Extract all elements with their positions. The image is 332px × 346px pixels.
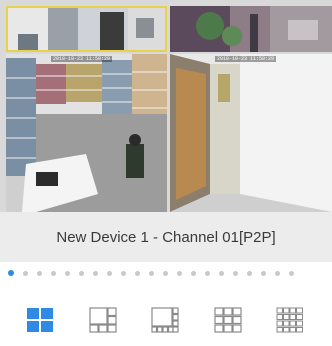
page-dot[interactable] (135, 270, 140, 276)
page-dot[interactable] (177, 270, 182, 276)
camera-tile-2[interactable] (170, 6, 332, 52)
sixteen-split-layout-icon (276, 307, 303, 333)
camera-grid: 2018-10-23 11:50:29 2018-10-23 11:50:29 (0, 0, 332, 212)
page-dot[interactable] (191, 270, 196, 276)
page-dot[interactable] (51, 270, 56, 276)
camera-tile-4[interactable]: 2018-10-23 11:50:29 (170, 54, 332, 212)
page-dot[interactable] (65, 270, 70, 276)
page-dot-active[interactable] (8, 270, 14, 276)
page-dot[interactable] (37, 270, 42, 276)
page-dot[interactable] (121, 270, 126, 276)
page-dot[interactable] (163, 270, 168, 276)
channel-label: New Device 1 - Channel 01[P2P] (56, 228, 276, 246)
nine-split-layout-icon (214, 307, 242, 333)
page-dot[interactable] (93, 270, 98, 276)
page-dot[interactable] (247, 270, 252, 276)
camera-tile-1[interactable] (6, 6, 167, 52)
camera-tile-3[interactable]: 2018-10-23 11:50:29 (6, 54, 167, 212)
page-dot[interactable] (79, 270, 84, 276)
layout-16-button[interactable] (275, 306, 305, 334)
layout-6-button[interactable] (88, 306, 118, 334)
page-dot[interactable] (275, 270, 280, 276)
page-dot[interactable] (149, 270, 154, 276)
page-dot[interactable] (205, 270, 210, 276)
layout-selector (0, 300, 332, 340)
four-split-layout-icon (27, 308, 53, 332)
layout-4-button[interactable] (25, 306, 55, 334)
eight-split-layout-icon (151, 307, 179, 333)
page-dot[interactable] (289, 270, 294, 276)
page-indicator[interactable] (8, 268, 328, 278)
camera-feed-image (170, 54, 332, 212)
timestamp-overlay: 2018-10-23 11:50:29 (51, 56, 113, 62)
layout-9-button[interactable] (213, 306, 243, 334)
camera-feed-image (170, 6, 332, 52)
camera-feed-image (8, 8, 165, 50)
page-dot[interactable] (219, 270, 224, 276)
layout-8-button[interactable] (150, 306, 180, 334)
timestamp-overlay: 2018-10-23 11:50:29 (215, 56, 277, 62)
six-split-layout-icon (89, 307, 117, 333)
page-dot[interactable] (23, 270, 28, 276)
page-dot[interactable] (233, 270, 238, 276)
page-dot[interactable] (107, 270, 112, 276)
page-dot[interactable] (261, 270, 266, 276)
channel-label-bar: New Device 1 - Channel 01[P2P] (0, 212, 332, 262)
camera-feed-image (6, 54, 167, 212)
